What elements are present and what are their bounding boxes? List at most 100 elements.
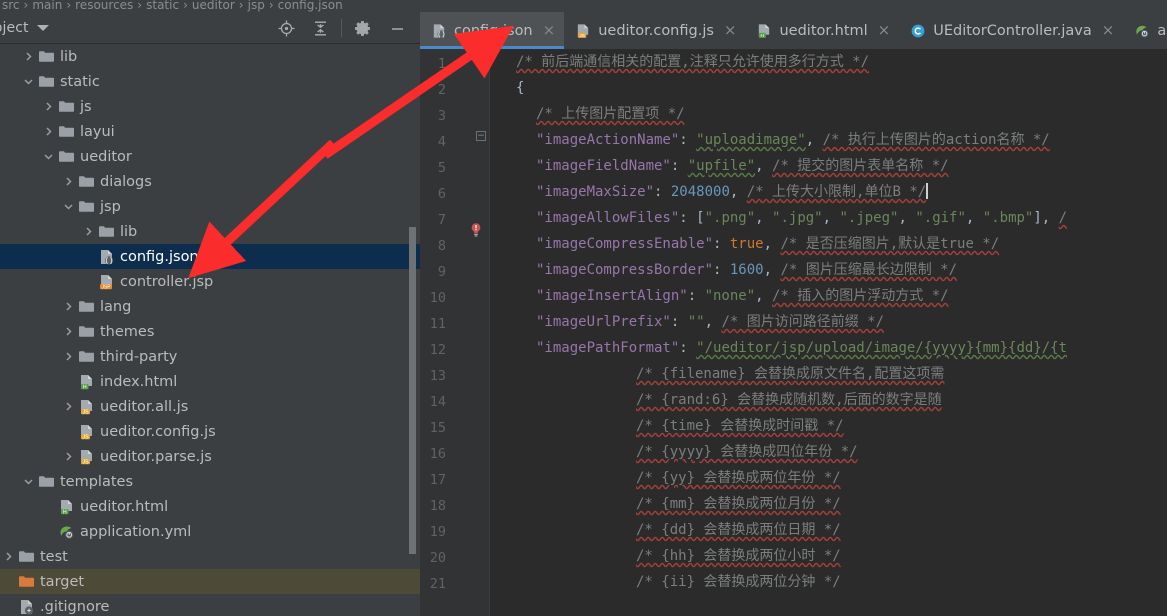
code-line[interactable]: /* {filename} 会替换成原文件名,配置这项需: [490, 361, 1167, 387]
code-line[interactable]: /* {mm} 会替换成两位月份 */: [490, 491, 1167, 517]
editor-tab-bar[interactable]: config.json × JS ueditor.config.js × Hueditor…: [420, 12, 1167, 49]
line-number[interactable]: 3: [420, 103, 446, 129]
code-line[interactable]: /* {ii} 会替换成两位分钟 */: [490, 569, 1167, 595]
minimize-icon[interactable]: [380, 12, 414, 44]
code-line[interactable]: "imageAllowFiles": [".png", ".jpg", ".jp…: [490, 205, 1167, 231]
line-number[interactable]: 20: [420, 545, 446, 571]
editor-tab-ueditor-html[interactable]: Hueditor.html ×: [745, 12, 899, 49]
line-number[interactable]: 13: [420, 363, 446, 389]
editor-tab-ueditor-config-js[interactable]: JS ueditor.config.js ×: [564, 12, 745, 49]
chevron-right-icon[interactable]: [42, 125, 55, 138]
code-line[interactable]: "imageCompressEnable": true, /* 是否压缩图片,默…: [490, 231, 1167, 257]
close-icon[interactable]: ×: [878, 23, 891, 38]
tree-item-static[interactable]: static: [0, 69, 420, 94]
chevron-down-icon[interactable]: [22, 75, 35, 88]
code-line[interactable]: "imageInsertAlign": "none", /* 插入的图片浮动方式…: [490, 283, 1167, 309]
tree-item-lang[interactable]: lang: [0, 294, 420, 319]
tree-item-ueditor-html[interactable]: Hueditor.html: [0, 494, 420, 519]
line-number[interactable]: 18: [420, 493, 446, 519]
line-number[interactable]: 8: [420, 233, 446, 259]
chevron-right-icon[interactable]: [82, 225, 95, 238]
code-line[interactable]: "imageUrlPrefix": "", /* 图片访问路径前缀 */: [490, 309, 1167, 335]
close-icon[interactable]: ×: [1102, 23, 1115, 38]
chevron-down-icon[interactable]: [22, 475, 35, 488]
chevron-down-icon[interactable]: [42, 150, 55, 163]
line-number[interactable]: 9: [420, 259, 446, 285]
chevron-down-icon[interactable]: [36, 24, 49, 31]
line-number[interactable]: 4: [420, 129, 446, 155]
locate-in-tree-icon[interactable]: [269, 12, 303, 44]
code-line[interactable]: /* 上传图片配置项 */: [490, 101, 1167, 127]
code-line[interactable]: /* {dd} 会替换成两位日期 */: [490, 517, 1167, 543]
tree-item-target[interactable]: target: [0, 569, 420, 594]
chevron-right-icon[interactable]: [62, 450, 75, 463]
close-icon[interactable]: ×: [543, 23, 556, 38]
tree-item-dialogs[interactable]: dialogs: [0, 169, 420, 194]
close-icon[interactable]: ×: [724, 23, 737, 38]
line-number[interactable]: 5: [420, 155, 446, 181]
code-line[interactable]: /* {rand:6} 会替换成随机数,后面的数字是随: [490, 387, 1167, 413]
chevron-right-icon[interactable]: [62, 300, 75, 313]
code-line[interactable]: {: [490, 75, 1167, 101]
line-number[interactable]: 19: [420, 519, 446, 545]
tree-item-themes[interactable]: themes: [0, 319, 420, 344]
code-line[interactable]: "imageActionName": "uploadimage", /* 执行上…: [490, 127, 1167, 153]
code-line[interactable]: "imageMaxSize": 2048000, /* 上传大小限制,单位B *…: [490, 179, 1167, 205]
tree-item-third-party[interactable]: third-party: [0, 344, 420, 369]
chevron-right-icon[interactable]: [2, 550, 15, 563]
line-number[interactable]: 15: [420, 415, 446, 441]
tree-item-ueditor-all-js[interactable]: JS ueditor.all.js: [0, 394, 420, 419]
tree-item-ueditor[interactable]: ueditor: [0, 144, 420, 169]
line-number[interactable]: 1: [420, 51, 446, 77]
line-number[interactable]: 7: [420, 207, 446, 233]
breadcrumb[interactable]: src › main › resources › static › ueditor › jsp › co…: [0, 0, 1167, 12]
code-content[interactable]: /* 前后端通信相关的配置,注释只允许使用多行方式 */ {/* 上传图片配置项 …: [490, 49, 1167, 616]
code-line[interactable]: /* 前后端通信相关的配置,注释只允许使用多行方式 */: [490, 49, 1167, 75]
tree-item-templates[interactable]: templates: [0, 469, 420, 494]
code-line[interactable]: "imageFieldName": "upfile", /* 提交的图片表单名称…: [490, 153, 1167, 179]
code-line[interactable]: /* {yyyy} 会替换成四位年份 */: [490, 439, 1167, 465]
chevron-right-icon[interactable]: [62, 350, 75, 363]
chevron-down-icon[interactable]: [62, 200, 75, 213]
line-number[interactable]: 10: [420, 285, 446, 311]
chevron-right-icon[interactable]: [62, 400, 75, 413]
tree-item-ueditor-parse-js[interactable]: JS ueditor.parse.js: [0, 444, 420, 469]
project-tree[interactable]: lib static js layui ueditor dialogs jsp lib conf…: [0, 44, 420, 616]
project-view-selector[interactable]: Project: [0, 20, 49, 36]
gear-icon[interactable]: [346, 12, 380, 44]
tree-item-test[interactable]: test: [0, 544, 420, 569]
error-bulb-icon[interactable]: [468, 222, 484, 238]
tree-item-lib[interactable]: lib: [0, 219, 420, 244]
project-scrollbar-thumb[interactable]: [409, 227, 416, 554]
chevron-right-icon[interactable]: [22, 50, 35, 63]
collapse-all-icon[interactable]: [303, 12, 337, 44]
line-number[interactable]: 6: [420, 181, 446, 207]
code-editor[interactable]: 1 2 3 4 5 6 7 8 9 10 11 12 13 14 15 16 17 18 19 20 21 − /* 前…: [420, 49, 1167, 616]
code-line[interactable]: "imagePathFormat": "/ueditor/jsp/upload/…: [490, 335, 1167, 361]
line-number[interactable]: 21: [420, 571, 446, 597]
editor-tab-config-json[interactable]: config.json ×: [420, 12, 565, 49]
code-line[interactable]: "imageCompressBorder": 1600, /* 图片压缩最长边限…: [490, 257, 1167, 283]
fold-marker[interactable]: −: [476, 131, 486, 141]
tree-item-index-html[interactable]: Hindex.html: [0, 369, 420, 394]
breadcrumb-item[interactable]: src: [2, 0, 20, 12]
line-number[interactable]: 16: [420, 441, 446, 467]
breadcrumb-item[interactable]: ueditor: [192, 0, 235, 12]
breadcrumb-item[interactable]: config.json: [278, 0, 343, 12]
breadcrumb-item[interactable]: main: [32, 0, 62, 12]
tree-item--gitignore[interactable]: .gitignore: [0, 594, 420, 616]
breadcrumb-item[interactable]: jsp: [248, 0, 265, 12]
editor-tab-ueditorcontroller-java[interactable]: UEditorController.java ×: [899, 12, 1123, 49]
tree-item-lib[interactable]: lib: [0, 44, 420, 69]
code-line[interactable]: /* {hh} 会替换成两位小时 */: [490, 543, 1167, 569]
line-number[interactable]: 2: [420, 77, 446, 103]
line-number[interactable]: 12: [420, 337, 446, 363]
editor-tab-a[interactable]: a: [1123, 12, 1167, 49]
line-number[interactable]: 17: [420, 467, 446, 493]
tree-item-js[interactable]: js: [0, 94, 420, 119]
line-number[interactable]: 11: [420, 311, 446, 337]
tree-item-application-yml[interactable]: application.yml: [0, 519, 420, 544]
tree-item-config-json[interactable]: config.json: [0, 244, 420, 269]
code-line[interactable]: /* {yy} 会替换成两位年份 */: [490, 465, 1167, 491]
chevron-right-icon[interactable]: [62, 175, 75, 188]
